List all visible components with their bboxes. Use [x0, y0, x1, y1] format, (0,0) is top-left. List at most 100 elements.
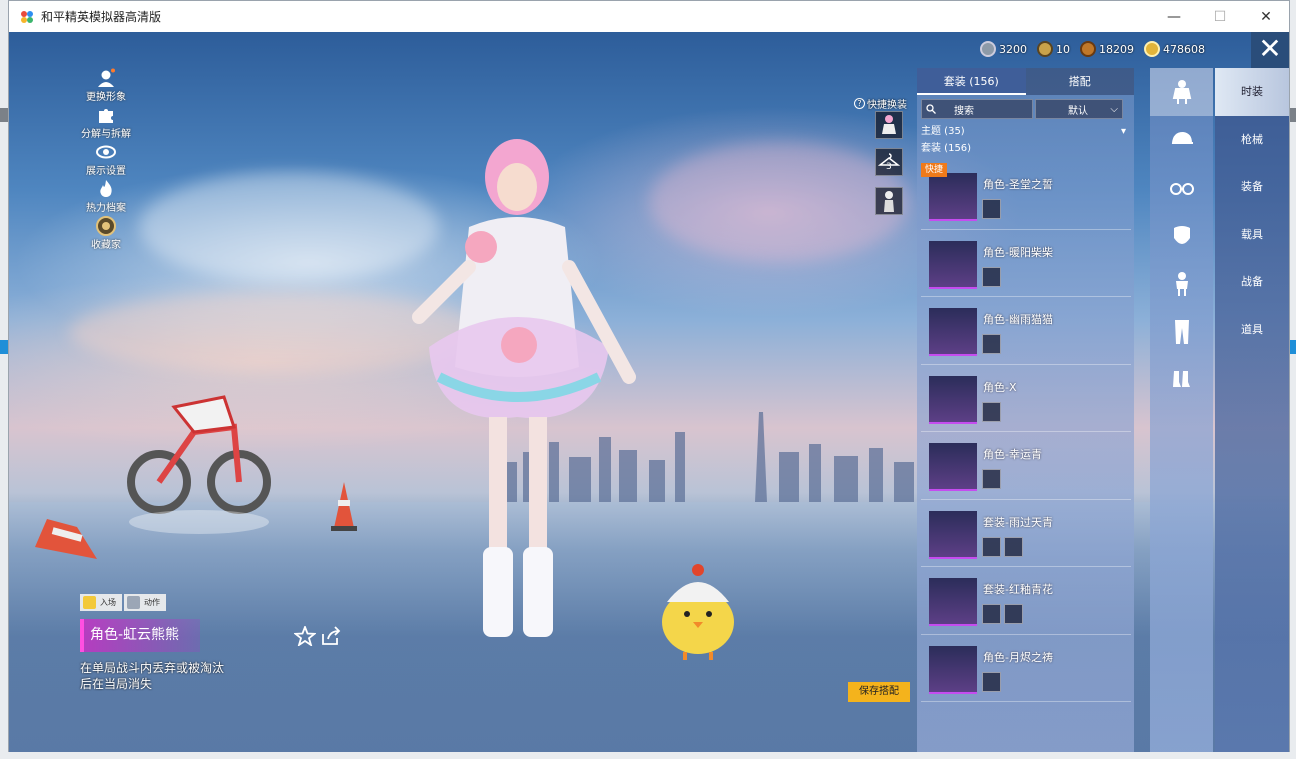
list-item[interactable]: 角色-X [921, 365, 1131, 432]
app-logo-icon [21, 10, 33, 23]
part-thumbnail[interactable] [982, 469, 1001, 489]
outfit-panel: 套装 (156) 搭配 搜索 默认 ⌵ 主题 (35) ▾ 套装 (156) 快… [917, 68, 1134, 752]
part-thumbnail[interactable] [1004, 536, 1023, 557]
category-pants[interactable] [1150, 308, 1213, 356]
tab-fashion[interactable]: 时装 [1215, 68, 1289, 116]
list-item[interactable]: 角色-幽雨猫猫 [921, 297, 1131, 365]
avatar-icon [98, 68, 115, 87]
menu-label: 更换形象 [86, 92, 126, 103]
tab-guns[interactable]: 枪械 [1215, 116, 1289, 164]
outfit-parts [982, 469, 1001, 489]
currency-bar: 3200 10 18209 478608 [980, 41, 1205, 57]
quick-swap-label[interactable]: ? 快捷换装 [854, 96, 907, 111]
display-settings-button[interactable]: 展示设置 [71, 142, 141, 179]
left-menu: 更换形象 分解与拆解 展示设置 热力档案 收藏家 [71, 68, 141, 253]
help-icon[interactable]: ? [854, 98, 865, 109]
share-icon[interactable] [320, 626, 342, 646]
outfit-thumbnail [929, 578, 977, 626]
tab-items[interactable]: 道具 [1215, 306, 1289, 354]
motorcycle [127, 395, 271, 534]
currency-gold[interactable]: 478608 [1144, 41, 1205, 57]
panel-tabs: 套装 (156) 搭配 [917, 68, 1134, 95]
glasses-icon [1169, 183, 1194, 195]
cloud [649, 142, 909, 262]
outfit-thumbnail [929, 645, 977, 694]
tab-vehicles[interactable]: 载具 [1215, 211, 1289, 259]
emulator-window: 和平精英模拟器高清版 — ☐ ✕ 3200 10 18209 478608 ✕ … [8, 0, 1290, 752]
quick-slot-1[interactable] [875, 111, 903, 139]
list-item[interactable]: 快捷 角色-圣堂之誓 [921, 162, 1131, 230]
category-outfit[interactable] [1150, 68, 1213, 116]
decompose-button[interactable]: 分解与拆解 [71, 105, 141, 142]
save-outfit-button[interactable]: 保存搭配 [848, 682, 910, 702]
emote-label: 动作 [144, 598, 160, 607]
list-item[interactable]: 角色-暖阳柴柴 [921, 230, 1131, 297]
part-thumbnail[interactable] [982, 334, 1001, 354]
outfit-figure-icon [1172, 80, 1191, 104]
pose-emote-icon [127, 596, 140, 609]
minimize-button[interactable]: — [1151, 1, 1197, 32]
tab-gear[interactable]: 装备 [1215, 163, 1289, 211]
title-bar[interactable]: 和平精英模拟器高清版 — ☐ ✕ [9, 1, 1289, 32]
tab-suits[interactable]: 套装 (156) [917, 68, 1026, 95]
outfit-parts [982, 199, 1001, 219]
outfit-name: 套装-红釉青花 [983, 583, 1053, 596]
part-thumbnail[interactable] [1004, 604, 1023, 624]
maximize-button[interactable]: ☐ [1197, 1, 1243, 32]
outfit-parts [982, 266, 1001, 287]
part-thumbnail[interactable] [982, 604, 1001, 624]
currency-silver[interactable]: 3200 [980, 41, 1027, 57]
list-item[interactable]: 角色-幸运青 [921, 432, 1131, 500]
pose-emote-tab[interactable]: 动作 [124, 594, 166, 611]
quick-slot-3[interactable] [875, 187, 903, 215]
outfit-name: 角色-暖阳柴柴 [983, 245, 1053, 259]
list-item[interactable]: 套装-红釉青花 [921, 567, 1131, 635]
menu-label: 展示设置 [86, 166, 126, 177]
outfit-parts [982, 536, 1023, 557]
outfit-parts [982, 401, 1001, 422]
change-avatar-button[interactable]: 更换形象 [71, 68, 141, 105]
puzzle-icon [99, 109, 113, 123]
outfit-name: 角色-X [983, 380, 1017, 394]
silver-coin-icon [980, 41, 996, 57]
category-hat[interactable] [1150, 116, 1213, 164]
entrance-emote-tab[interactable]: 入场 [80, 594, 122, 611]
selected-item-description: 在单局战斗内丢弃或被淘汰后在当局消失 [80, 661, 225, 691]
filter-theme[interactable]: 主题 (35) ▾ [921, 123, 1134, 140]
favorite-star-icon[interactable] [294, 626, 316, 646]
filter-suits[interactable]: 套装 (156) [921, 140, 1134, 157]
a-token-icon [1037, 41, 1053, 57]
cap-icon [1171, 131, 1193, 144]
outfit-thumbnail [929, 308, 977, 356]
sort-dropdown[interactable]: 默认 ⌵ [1035, 99, 1123, 119]
tab-match[interactable]: 搭配 [1025, 68, 1134, 95]
chick-pet [662, 564, 734, 660]
quick-slot-2[interactable]: 3 [875, 148, 903, 176]
outfit-thumbnail [929, 510, 977, 559]
part-thumbnail[interactable] [982, 401, 1001, 422]
currency-value: 10 [1056, 42, 1070, 56]
close-game-button[interactable]: ✕ [1251, 32, 1289, 68]
emote-bar: 入场 动作 [80, 594, 166, 611]
part-thumbnail[interactable] [982, 266, 1001, 287]
category-shoes[interactable] [1150, 356, 1213, 404]
currency-a-token[interactable]: 10 [1037, 41, 1070, 57]
flame-icon [100, 180, 112, 197]
category-face[interactable] [1150, 212, 1213, 260]
list-item[interactable]: 套装-雨过天青 [921, 500, 1131, 567]
category-eyewear[interactable] [1150, 164, 1213, 212]
part-thumbnail[interactable] [982, 536, 1001, 557]
search-input[interactable]: 搜索 [921, 99, 1033, 119]
close-window-button[interactable]: ✕ [1243, 1, 1289, 32]
outfit-figure-icon [882, 115, 896, 134]
currency-bronze[interactable]: 18209 [1080, 41, 1134, 57]
part-thumbnail[interactable] [982, 671, 1001, 692]
heat-archive-button[interactable]: 热力档案 [71, 179, 141, 216]
part-thumbnail[interactable] [982, 199, 1001, 219]
currency-value: 3200 [999, 42, 1027, 56]
cloud [139, 172, 439, 282]
collector-button[interactable]: 收藏家 [71, 216, 141, 253]
category-top[interactable] [1150, 260, 1213, 308]
tab-combat-supplies[interactable]: 战备 [1215, 258, 1289, 306]
list-item[interactable]: 角色-月烬之祷 [921, 635, 1131, 702]
